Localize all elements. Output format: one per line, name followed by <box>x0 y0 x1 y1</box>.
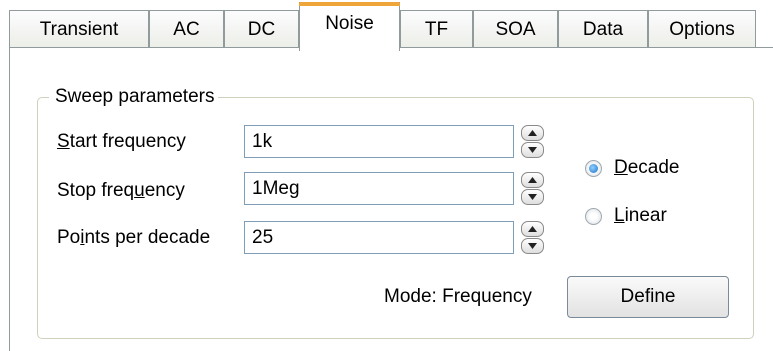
tab-options[interactable]: Options <box>648 10 756 48</box>
start-frequency-label: Start frequency <box>57 131 186 152</box>
start-frequency-field[interactable] <box>244 125 514 158</box>
decade-radio[interactable] <box>585 159 602 177</box>
mnemonic-key: D <box>614 157 628 178</box>
tab-data[interactable]: Data <box>558 10 648 48</box>
radio-dot-icon <box>589 163 598 173</box>
tab-transient[interactable]: Transient <box>9 10 149 48</box>
spin-up-button[interactable] <box>521 221 544 237</box>
tab-ac[interactable]: AC <box>149 10 224 48</box>
tab-label: Options <box>669 18 735 40</box>
tab-label: Data <box>582 18 624 40</box>
points-per-decade-field[interactable] <box>244 221 514 254</box>
linear-radio[interactable] <box>585 207 602 225</box>
define-button[interactable]: Define <box>567 276 729 318</box>
spin-down-button[interactable] <box>521 238 544 254</box>
tab-label: AC <box>173 18 200 40</box>
spin-up-button[interactable] <box>521 172 544 188</box>
tab-tf[interactable]: TF <box>400 10 473 48</box>
group-title: Sweep parameters <box>49 86 219 108</box>
tab-soa[interactable]: SOA <box>473 10 558 48</box>
stop-frequency-field[interactable] <box>244 172 514 205</box>
linear-radio-option[interactable]: Linear <box>585 205 667 227</box>
tab-strip: Transient AC DC Noise TF SOA Data Option… <box>0 0 773 51</box>
stop-frequency-spinner[interactable] <box>521 172 544 205</box>
tab-label: SOA <box>495 18 536 40</box>
triangle-down-icon <box>528 147 537 153</box>
decade-radio-option[interactable]: Decade <box>585 157 680 179</box>
tab-label: Noise <box>325 13 374 34</box>
points-per-decade-input[interactable] <box>245 226 513 249</box>
tab-noise[interactable]: Noise <box>299 2 400 51</box>
start-frequency-spinner[interactable] <box>521 125 544 158</box>
define-button-label: Define <box>620 286 676 307</box>
triangle-down-icon <box>528 243 537 249</box>
mnemonic-key: L <box>614 205 625 226</box>
triangle-down-icon <box>528 194 537 200</box>
stop-frequency-label: Stop frequency <box>57 180 185 201</box>
linear-label: Linear <box>614 205 667 226</box>
start-frequency-input[interactable] <box>245 130 513 153</box>
tab-dc[interactable]: DC <box>224 10 299 48</box>
tab-label: TF <box>424 18 449 40</box>
mode-status-text: Mode: Frequency <box>384 286 532 307</box>
spin-up-button[interactable] <box>521 125 544 141</box>
tab-label: Transient <box>39 18 119 40</box>
mnemonic-key: S <box>57 131 70 152</box>
stop-frequency-input[interactable] <box>245 177 513 200</box>
triangle-up-icon <box>528 130 537 136</box>
mnemonic-key: u <box>134 180 145 201</box>
decade-label: Decade <box>614 157 680 178</box>
spin-down-button[interactable] <box>521 189 544 205</box>
points-per-decade-spinner[interactable] <box>521 221 544 254</box>
spin-down-button[interactable] <box>521 142 544 158</box>
triangle-up-icon <box>528 226 537 232</box>
points-per-decade-label: Points per decade <box>57 227 211 248</box>
triangle-up-icon <box>528 177 537 183</box>
tab-label: DC <box>247 18 276 40</box>
